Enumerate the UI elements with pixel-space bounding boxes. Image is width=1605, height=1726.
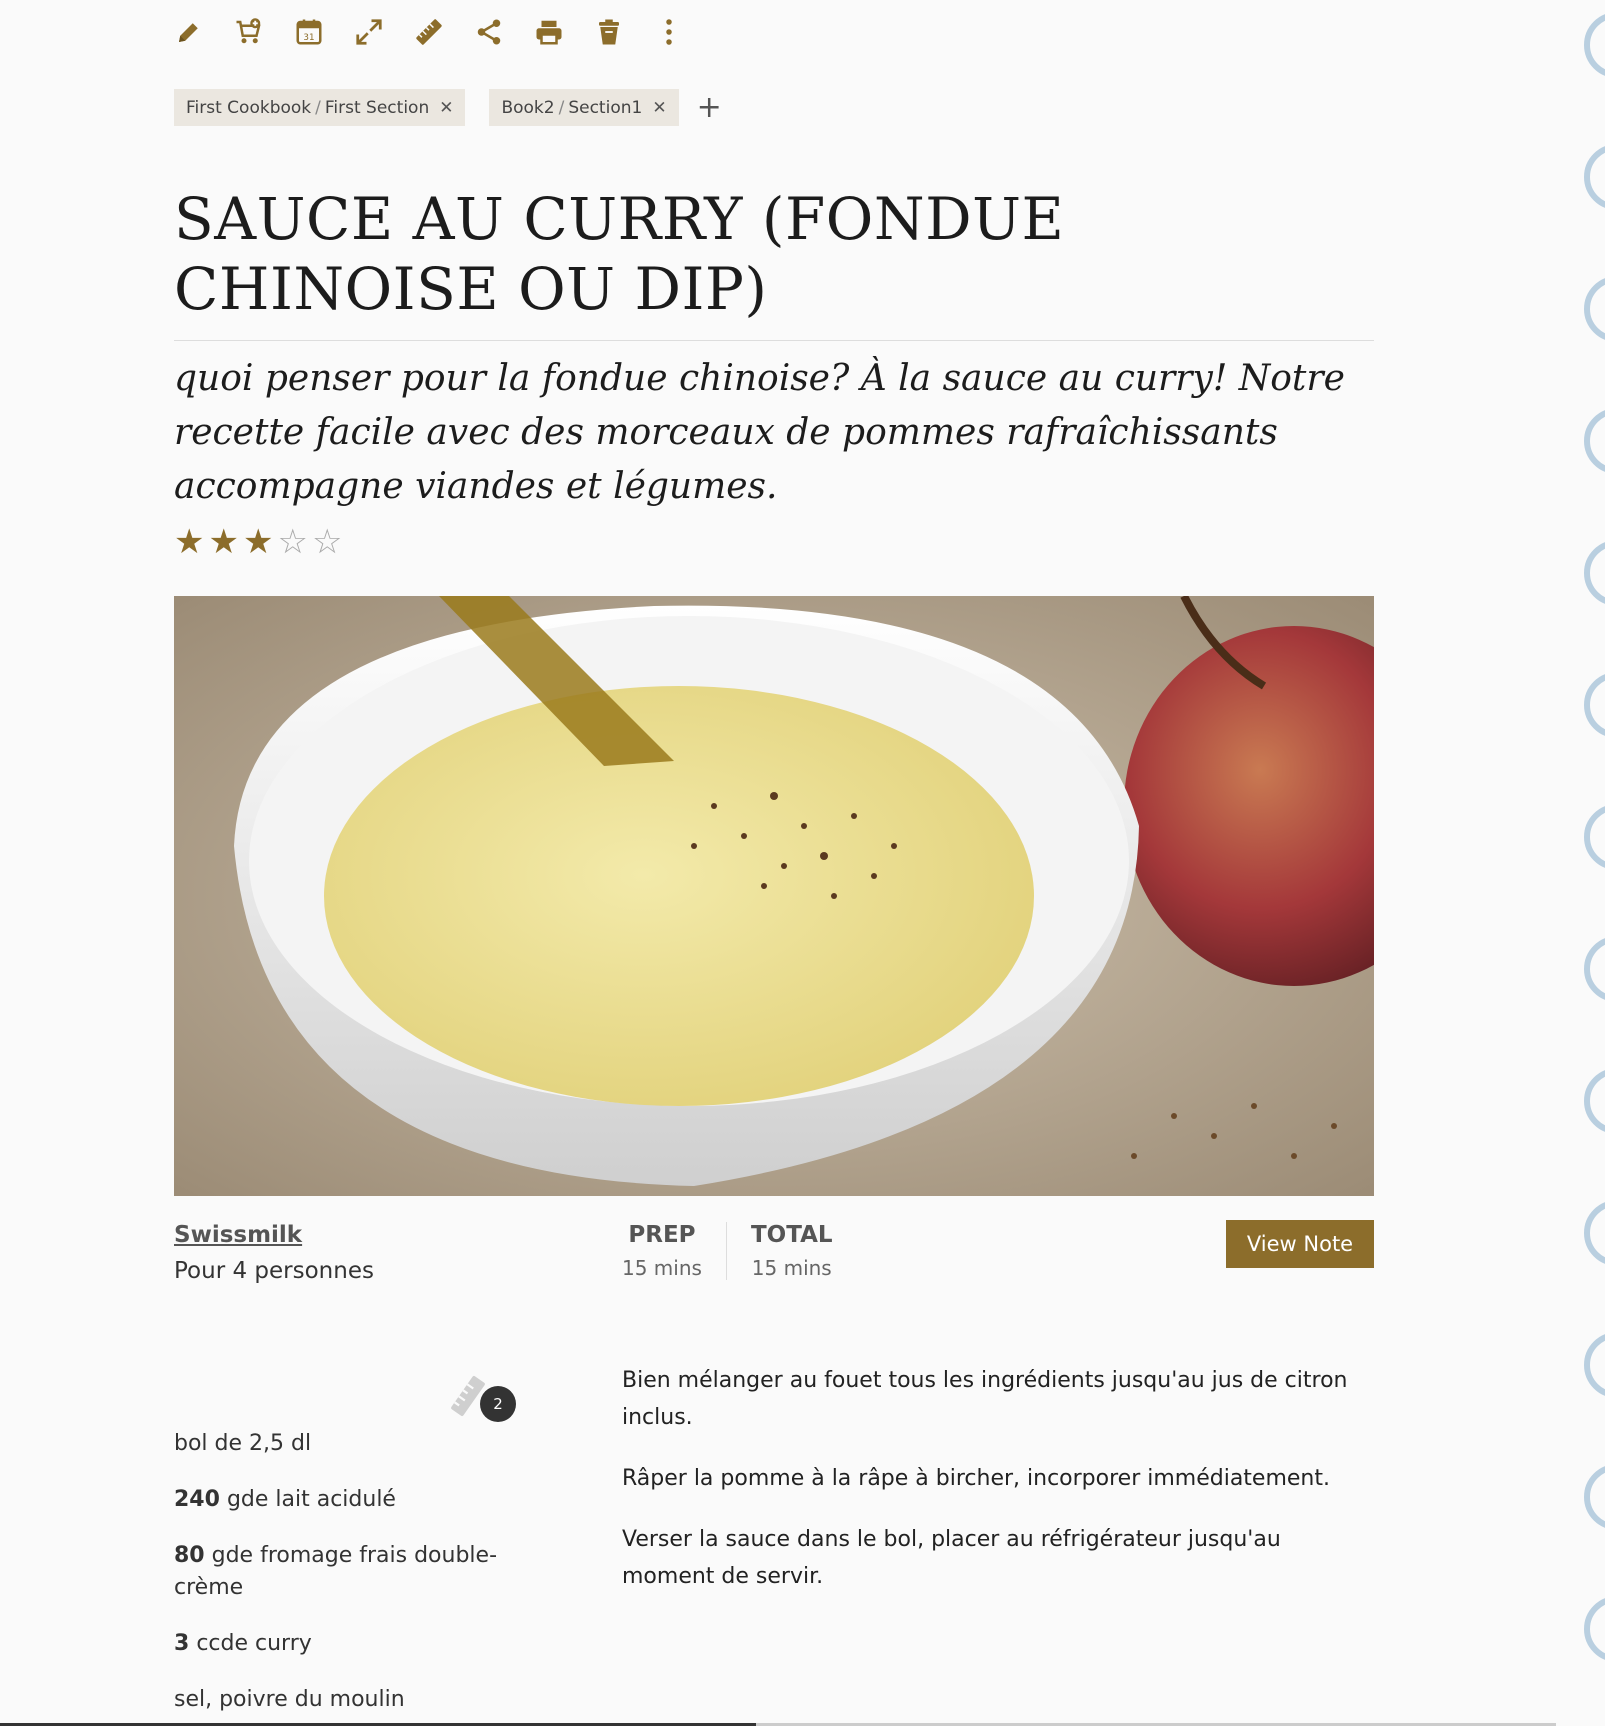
fullscreen-button[interactable]	[354, 14, 414, 50]
tag-book: First Cookbook	[186, 97, 312, 118]
time-info: PREP 15 mins TOTAL 15 mins	[622, 1222, 857, 1280]
remove-tag-icon[interactable]: ✕	[652, 98, 666, 118]
total-label: TOTAL	[750, 1222, 833, 1248]
ingredient-qty: 240	[174, 1487, 220, 1512]
direction-list: Bien mélanger au fouet tous les ingrédie…	[622, 1362, 1374, 1619]
star-filled-icon[interactable]: ★	[243, 523, 273, 561]
servings: Pour 4 personnes	[174, 1258, 374, 1284]
more-button[interactable]	[654, 14, 714, 50]
trash-icon	[599, 19, 619, 45]
pencil-icon	[179, 23, 198, 42]
direction-step: Verser la sauce dans le bol, placer au r…	[622, 1527, 1281, 1589]
more-vertical-icon	[666, 19, 672, 45]
calendar-button[interactable]: 31	[294, 14, 354, 50]
prep-label: PREP	[628, 1222, 696, 1248]
remove-tag-icon[interactable]: ✕	[439, 98, 453, 118]
direction-step: Râper la pomme à la râpe à bircher, inco…	[622, 1466, 1330, 1491]
cookbook-tags: First Cookbook / First Section ✕ Book2 /…	[174, 89, 722, 126]
prep-time: PREP 15 mins	[622, 1222, 727, 1280]
recipe-title: SAUCE AU CURRY (FONDUE CHINOISE OU DIP)	[174, 185, 1065, 323]
ingredient-item: bol de 2,5 dl	[174, 1428, 514, 1460]
cart-add-icon	[236, 18, 261, 44]
ingredient-text: gde fromage frais double-crème	[174, 1543, 498, 1600]
star-filled-icon[interactable]: ★	[174, 523, 204, 561]
ingredient-text: gde lait acidulé	[226, 1487, 396, 1512]
add-to-cart-button[interactable]	[234, 14, 294, 50]
ingredient-item: sel, poivre du moulin	[174, 1684, 514, 1716]
ingredient-text: sel, poivre du moulin	[174, 1687, 405, 1712]
recipe-photo	[174, 596, 1374, 1196]
ingredient-text: bol de 2,5 dl	[174, 1431, 312, 1456]
ingredient-item: 3 ccde curry	[174, 1628, 514, 1660]
add-tag-icon[interactable]: +	[697, 92, 722, 123]
rating-stars[interactable]: ★ ★ ★ ☆ ☆	[174, 523, 342, 561]
direction-step: Bien mélanger au fouet tous les ingrédie…	[622, 1368, 1348, 1430]
edit-button[interactable]	[174, 14, 234, 50]
print-icon	[536, 20, 562, 45]
print-button[interactable]	[534, 14, 594, 50]
recipe-toolbar: 31	[174, 14, 714, 50]
cookbook-tag[interactable]: Book2 / Section1 ✕	[489, 89, 679, 126]
star-empty-icon[interactable]: ☆	[277, 523, 307, 561]
scale-button[interactable]	[414, 14, 474, 50]
delete-button[interactable]	[594, 14, 654, 50]
prep-value: 15 mins	[622, 1256, 702, 1280]
total-time: TOTAL 15 mins	[727, 1222, 857, 1280]
tag-section: Section1	[568, 97, 643, 118]
ruler-icon	[416, 19, 442, 45]
expand-icon	[356, 19, 382, 45]
star-empty-icon[interactable]: ☆	[312, 523, 342, 561]
star-filled-icon[interactable]: ★	[208, 523, 238, 561]
tag-section: First Section	[324, 97, 430, 118]
ingredient-text: ccde curry	[196, 1631, 312, 1656]
scale-ingredients-button[interactable]: 2	[446, 1372, 516, 1422]
tag-separator: /	[558, 97, 565, 118]
calendar-icon: 31	[296, 19, 322, 45]
tag-separator: /	[315, 97, 321, 118]
ingredient-item: 80 gde fromage frais double-crème	[174, 1540, 514, 1604]
view-note-button[interactable]: View Note	[1226, 1220, 1374, 1268]
ingredient-qty: 80	[174, 1543, 205, 1568]
scale-badge: 2	[480, 1386, 516, 1422]
cookbook-tag[interactable]: First Cookbook / First Section ✕	[174, 89, 466, 126]
total-value: 15 mins	[751, 1256, 832, 1280]
title-divider	[174, 340, 1374, 341]
share-button[interactable]	[474, 14, 534, 50]
ingredient-qty: 3	[174, 1631, 190, 1656]
recipe-description: quoi penser pour la fondue chinoise? À l…	[174, 358, 1345, 507]
calendar-day-text: 31	[303, 33, 314, 43]
recipe-source-link[interactable]: Swissmilk	[174, 1222, 302, 1248]
ingredient-item: 240 gde lait acidulé	[174, 1484, 514, 1516]
tag-book: Book2	[501, 97, 555, 118]
ingredient-list: bol de 2,5 dl 240 gde lait acidulé 80 gd…	[174, 1428, 514, 1726]
share-icon	[477, 19, 501, 45]
decorative-border	[1577, 0, 1605, 1726]
